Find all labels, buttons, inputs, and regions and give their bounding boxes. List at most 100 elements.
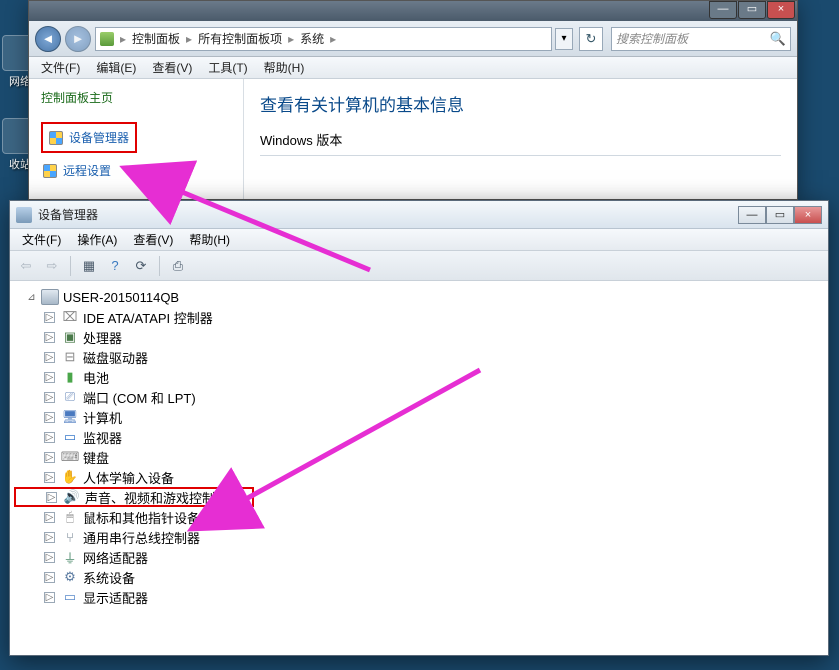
menu-tools[interactable]: 工具(T) bbox=[200, 57, 255, 78]
menu-action[interactable]: 操作(A) bbox=[69, 229, 125, 250]
menu-file[interactable]: 文件(F) bbox=[14, 229, 69, 250]
sidebar-link-device-manager[interactable]: 设备管理器 bbox=[47, 126, 131, 149]
device-category-label: IDE ATA/ATAPI 控制器 bbox=[83, 308, 213, 327]
device-category-icon: ▭ bbox=[61, 589, 79, 605]
menu-help[interactable]: 帮助(H) bbox=[256, 57, 313, 78]
control-panel-window: — ▭ × ◄ ► ▸ 控制面板 ▸ 所有控制面板项 ▸ 系统 ▸ ▾ ↻ 搜索… bbox=[28, 0, 798, 200]
menubar: 文件(F) 编辑(E) 查看(V) 工具(T) 帮助(H) bbox=[29, 57, 797, 79]
nav-back-button[interactable]: ◄ bbox=[35, 26, 61, 52]
menu-view[interactable]: 查看(V) bbox=[144, 57, 200, 78]
search-icon[interactable]: 🔍 bbox=[770, 31, 786, 47]
expand-icon[interactable]: ▷ bbox=[46, 492, 57, 503]
expand-icon[interactable]: ▷ bbox=[44, 572, 55, 583]
toolbar-sep bbox=[159, 256, 160, 276]
expand-icon[interactable]: ▷ bbox=[44, 412, 55, 423]
tree-item[interactable]: ▷🖱鼠标和其他指针设备 bbox=[14, 507, 824, 527]
menu-file[interactable]: 文件(F) bbox=[33, 57, 88, 78]
menu-edit[interactable]: 编辑(E) bbox=[88, 57, 144, 78]
device-category-label: 电池 bbox=[83, 368, 109, 387]
menubar: 文件(F) 操作(A) 查看(V) 帮助(H) bbox=[10, 229, 828, 251]
expand-icon[interactable]: ▷ bbox=[44, 392, 55, 403]
close-button[interactable]: × bbox=[794, 206, 822, 224]
toolbar-help[interactable]: ? bbox=[103, 254, 127, 278]
device-category-label: 显示适配器 bbox=[83, 588, 148, 607]
tree-item[interactable]: ▷ ⚙系统设备 bbox=[14, 567, 824, 587]
address-toolbar: ◄ ► ▸ 控制面板 ▸ 所有控制面板项 ▸ 系统 ▸ ▾ ↻ 搜索控制面板 🔍 bbox=[29, 21, 797, 57]
toolbar: ⇦ ⇨ ▦ ? ⟳ ⎙ bbox=[10, 251, 828, 281]
expand-icon[interactable]: ⊿ bbox=[26, 292, 37, 303]
search-box[interactable]: 搜索控制面板 🔍 bbox=[611, 27, 791, 51]
tree-root[interactable]: ⊿ USER-20150114QB bbox=[14, 287, 824, 307]
computer-icon bbox=[41, 289, 59, 305]
toolbar-forward[interactable]: ⇨ bbox=[40, 254, 64, 278]
device-category-label: 监视器 bbox=[83, 428, 122, 447]
titlebar[interactable]: 设备管理器 — ▭ × bbox=[10, 201, 828, 229]
device-category-label: 鼠标和其他指针设备 bbox=[83, 508, 200, 527]
sidebar-link-remote[interactable]: 远程设置 bbox=[41, 159, 231, 182]
expand-icon[interactable]: ▷ bbox=[44, 332, 55, 343]
expand-icon[interactable]: ▷ bbox=[44, 512, 55, 523]
tree-item[interactable]: ▷⊟磁盘驱动器 bbox=[14, 347, 824, 367]
tree-item[interactable]: ▷⏚网络适配器 bbox=[14, 547, 824, 567]
device-category-icon: 🔊 bbox=[63, 489, 81, 505]
device-tree[interactable]: ⊿ USER-20150114QB ▷⌧IDE ATA/ATAPI 控制器▷▣处… bbox=[10, 281, 828, 655]
breadcrumb-seg-all-items[interactable]: 所有控制面板项 bbox=[194, 30, 286, 47]
address-dropdown[interactable]: ▾ bbox=[555, 28, 573, 50]
expand-icon[interactable]: ▷ bbox=[44, 352, 55, 363]
tree-item[interactable]: ▷ ▭显示适配器 bbox=[14, 587, 824, 607]
tree-item[interactable]: ▷✋人体学输入设备 bbox=[14, 467, 824, 487]
maximize-button[interactable]: ▭ bbox=[738, 1, 766, 19]
expand-icon[interactable]: ▷ bbox=[44, 452, 55, 463]
expand-icon[interactable]: ▷ bbox=[44, 312, 55, 323]
expand-icon[interactable]: ▷ bbox=[44, 372, 55, 383]
root-label: USER-20150114QB bbox=[63, 290, 179, 305]
menu-view[interactable]: 查看(V) bbox=[125, 229, 181, 250]
tree-item[interactable]: ▷▣处理器 bbox=[14, 327, 824, 347]
device-category-icon: ⚙ bbox=[61, 569, 79, 585]
titlebar[interactable]: — ▭ × bbox=[29, 1, 797, 21]
expand-icon[interactable]: ▷ bbox=[44, 532, 55, 543]
window-icon bbox=[16, 207, 32, 223]
device-category-icon: ⎚ bbox=[61, 389, 79, 405]
nav-forward-button[interactable]: ► bbox=[65, 26, 91, 52]
window-title: 设备管理器 bbox=[38, 206, 98, 223]
expand-icon[interactable]: ▷ bbox=[44, 592, 55, 603]
toolbar-scan[interactable]: ⎙ bbox=[166, 254, 190, 278]
minimize-button[interactable]: — bbox=[738, 206, 766, 224]
device-category-label: 键盘 bbox=[83, 448, 109, 467]
tree-item[interactable]: ▷⌨键盘 bbox=[14, 447, 824, 467]
breadcrumb-sep: ▸ bbox=[184, 32, 194, 46]
tree-item[interactable]: ▷ ▭监视器 bbox=[14, 427, 824, 447]
expand-icon[interactable]: ▷ bbox=[44, 432, 55, 443]
toolbar-properties[interactable]: ▦ bbox=[77, 254, 101, 278]
breadcrumb-bar[interactable]: ▸ 控制面板 ▸ 所有控制面板项 ▸ 系统 ▸ bbox=[95, 27, 552, 51]
minimize-button[interactable]: — bbox=[709, 1, 737, 19]
expand-icon[interactable]: ▷ bbox=[44, 552, 55, 563]
refresh-button[interactable]: ↻ bbox=[579, 27, 603, 51]
breadcrumb-seg-control-panel[interactable]: 控制面板 bbox=[128, 30, 184, 47]
breadcrumb-seg-system[interactable]: 系统 bbox=[296, 30, 328, 47]
tree-item[interactable]: ▷⑂通用串行总线控制器 bbox=[14, 527, 824, 547]
device-category-label: 声音、视频和游戏控制器 bbox=[85, 488, 228, 507]
toolbar-back[interactable]: ⇦ bbox=[14, 254, 38, 278]
tree-item[interactable]: ▷▮电池 bbox=[14, 367, 824, 387]
expand-icon[interactable]: ▷ bbox=[44, 472, 55, 483]
device-category-label: 通用串行总线控制器 bbox=[83, 528, 200, 547]
tree-item[interactable]: ▷🖥计算机 bbox=[14, 407, 824, 427]
maximize-button[interactable]: ▭ bbox=[766, 206, 794, 224]
windows-version-label: Windows 版本 bbox=[260, 130, 781, 156]
device-category-icon: 🖥 bbox=[61, 409, 79, 425]
device-category-label: 系统设备 bbox=[83, 568, 135, 587]
breadcrumb-sep: ▸ bbox=[328, 32, 338, 46]
toolbar-refresh[interactable]: ⟳ bbox=[129, 254, 153, 278]
close-button[interactable]: × bbox=[767, 1, 795, 19]
tree-item[interactable]: ▷⌧IDE ATA/ATAPI 控制器 bbox=[14, 307, 824, 327]
device-category-label: 人体学输入设备 bbox=[83, 468, 174, 487]
tree-item[interactable]: ▷⎚端口 (COM 和 LPT) bbox=[14, 387, 824, 407]
device-category-icon: ▭ bbox=[61, 429, 79, 445]
toolbar-sep bbox=[70, 256, 71, 276]
tree-item[interactable]: ▷ 🔊声音、视频和游戏控制器 bbox=[14, 487, 254, 507]
shield-icon bbox=[49, 131, 63, 145]
menu-help[interactable]: 帮助(H) bbox=[181, 229, 238, 250]
search-placeholder: 搜索控制面板 bbox=[616, 30, 688, 47]
